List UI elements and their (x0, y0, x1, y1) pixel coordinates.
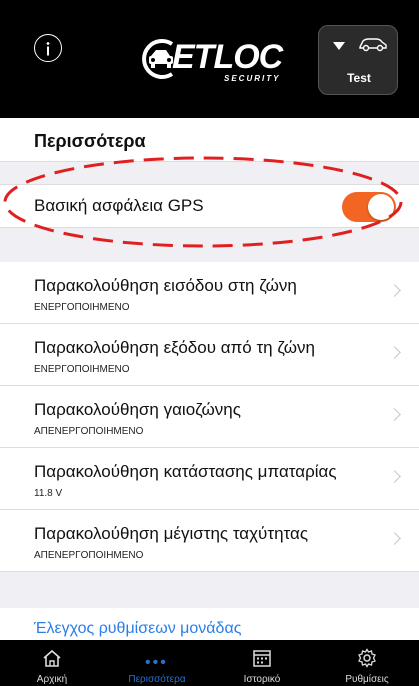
list-item[interactable]: Παρακολούθηση γαιοζώνης ΑΠΕΝΕΡΓΟΠΟΙΗΜΕΝΟ (0, 386, 419, 448)
section-header: Περισσότερα (0, 118, 419, 162)
tab-home[interactable]: Αρχική (0, 640, 104, 686)
section-spacer (0, 162, 419, 184)
tab-history[interactable]: Ιστορικό (210, 640, 314, 686)
chevron-right-icon (388, 408, 401, 421)
app-header: ETLOC SECURITY Test (0, 0, 419, 118)
row-status: 11.8 V (34, 488, 63, 499)
tab-more-label: Περισσότερα (128, 674, 186, 685)
gps-security-toggle[interactable] (342, 192, 396, 222)
list-item[interactable]: Παρακολούθηση κατάστασης μπαταρίας 11.8 … (0, 448, 419, 510)
row-title: Παρακολούθηση εξόδου από τη ζώνη (34, 338, 315, 357)
logo-text: ETLOC (172, 38, 283, 76)
page-title: Περισσότερα (34, 131, 146, 151)
info-icon[interactable] (34, 34, 62, 62)
vehicle-selector-button[interactable]: Test (318, 25, 398, 95)
row-title: Παρακολούθηση κατάστασης μπαταρίας (34, 462, 337, 481)
chevron-right-icon (388, 532, 401, 545)
gps-security-label: Βασική ασφάλεια GPS (34, 196, 204, 215)
gear-icon (358, 648, 376, 668)
row-title: Παρακολούθηση γαιοζώνης (34, 400, 241, 419)
row-status: ΑΠΕΝΕΡΓΟΠΟΙΗΜΕΝΟ (34, 550, 144, 561)
row-status: ΕΝΕΡΓΟΠΟΙΗΜΕΝΟ (34, 302, 130, 313)
logo-subtext: SECURITY (224, 74, 281, 83)
tab-more[interactable]: ••• Περισσότερα (105, 640, 209, 686)
chevron-right-icon (388, 284, 401, 297)
chevron-right-icon (388, 346, 401, 359)
list-item[interactable]: Παρακολούθηση εισόδου στη ζώνη ΕΝΕΡΓΟΠΟΙ… (0, 262, 419, 324)
gps-security-row: Βασική ασφάλεια GPS (0, 184, 419, 228)
list-item[interactable]: Παρακολούθηση μέγιστης ταχύτητας ΑΠΕΝΕΡΓ… (0, 510, 419, 572)
tab-home-label: Αρχική (36, 674, 68, 685)
section-spacer (0, 228, 419, 262)
tab-settings[interactable]: Ρυθμίσεις (315, 640, 419, 686)
unit-settings-link-label: Έλεγχος ρυθμίσεων μονάδας (34, 620, 242, 637)
row-status: ΑΠΕΝΕΡΓΟΠΟΙΗΜΕΝΟ (34, 426, 144, 437)
monitoring-list: Παρακολούθηση εισόδου στη ζώνη ΕΝΕΡΓΟΠΟΙ… (0, 262, 419, 572)
tab-settings-label: Ρυθμίσεις (345, 674, 389, 685)
row-title: Παρακολούθηση μέγιστης ταχύτητας (34, 524, 309, 543)
etloc-logo: ETLOC SECURITY (142, 36, 292, 88)
caret-down-icon (333, 42, 345, 50)
list-item[interactable]: Παρακολούθηση εξόδου από τη ζώνη ΕΝΕΡΓΟΠ… (0, 324, 419, 386)
row-title: Παρακολούθηση εισόδου στη ζώνη (34, 276, 297, 295)
section-spacer (0, 572, 419, 608)
row-status: ΕΝΕΡΓΟΠΟΙΗΜΕΝΟ (34, 364, 130, 375)
tab-history-label: Ιστορικό (243, 674, 281, 685)
vehicle-name: Test (347, 71, 371, 85)
toggle-knob (368, 194, 394, 220)
tab-bar: Αρχική ••• Περισσότερα Ιστορικό Ρυθμίσει… (0, 640, 419, 686)
calendar-icon (253, 650, 271, 667)
chevron-right-icon (388, 470, 401, 483)
car-icon (359, 38, 387, 52)
home-icon (43, 649, 61, 667)
unit-settings-link[interactable]: Έλεγχος ρυθμίσεων μονάδας (0, 608, 419, 642)
more-dots-icon: ••• (145, 654, 168, 671)
